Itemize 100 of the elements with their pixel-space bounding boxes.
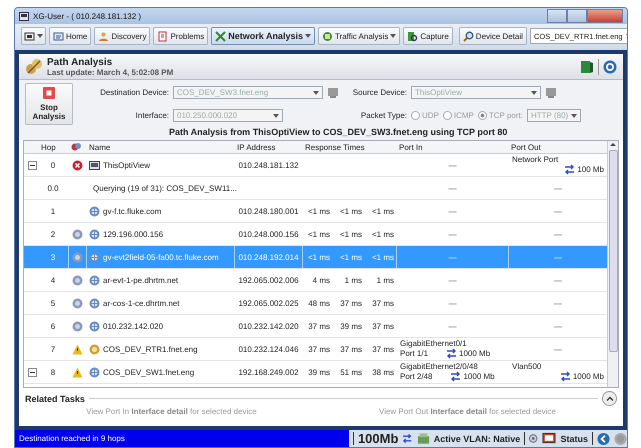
window-icon — [24, 30, 35, 42]
network-icon — [416, 432, 430, 446]
port-text: GigabitEthernet0/1 — [400, 339, 468, 348]
table-cell-text: 39 ms — [339, 320, 363, 332]
window-icon — [19, 12, 29, 20]
table-cell-text: 4 — [50, 274, 56, 286]
toolbar-button[interactable]: Home — [49, 27, 92, 45]
table-cell-text: 192.065.002.025 — [237, 298, 300, 310]
port-text: — — [554, 252, 562, 262]
field-label: Packet Type: — [360, 111, 407, 120]
table-cell: COS_DEV_SW1.fnet.eng — [103, 368, 194, 376]
table-cell-text: 37 ms — [371, 298, 395, 310]
table-row[interactable]: 6 010.232.142.020 010.232.142.020 37 ms 39 ms 37 ms — — — [24, 315, 607, 338]
collapse-toggle[interactable] — [28, 160, 37, 170]
table-cell-text: 7 — [50, 344, 56, 356]
field-label: Interface: — [134, 111, 169, 120]
table-cell-text: 8 — [50, 366, 56, 378]
link-speed-icon — [564, 164, 576, 175]
toolbar-button[interactable]: Capture — [403, 27, 453, 45]
port-text: — — [448, 252, 456, 262]
menu-button[interactable] — [21, 27, 46, 45]
table-cell-text: 6 — [50, 320, 56, 332]
port-text: — — [554, 230, 562, 238]
table-cell-text: 5 — [50, 298, 56, 310]
table-cell-text: 1 ms — [376, 274, 395, 286]
table-cell: ar-cos-1-ce.dhrtm.net — [103, 298, 180, 308]
port-text: Port 2/48 — [400, 372, 432, 381]
scrollbar[interactable] — [607, 141, 618, 387]
speed-text: 1000 Mb — [572, 372, 604, 381]
back-icon — [596, 432, 610, 446]
summary-title: Path Analysis from ThisOptiView to COS_DEV_SW3.fnet.eng using TCP port 80 — [19, 125, 623, 140]
device-icon — [545, 86, 557, 98]
port-text: — — [554, 322, 562, 330]
table-cell-text: <1 ms — [370, 228, 395, 240]
link-speed-text: 100Mb — [358, 431, 398, 446]
toolbar-button[interactable]: Discovery — [94, 27, 150, 45]
port-text: — — [554, 206, 562, 216]
toolbar-button[interactable]: Traffic Analysis — [318, 27, 400, 45]
caret-icon — [390, 34, 396, 38]
table-row[interactable]: 1 gv-f.tc.fluke.com 010.248.180.001 <1 ms <1 ms <1 ms — — — [24, 200, 607, 223]
table-row[interactable]: 4 ar-evt-1-pe.dhrtm.net 192.065.002.006 4 ms 1 ms 1 ms — — — [24, 269, 607, 292]
caret-icon — [313, 90, 319, 94]
table-cell-text: 010.248.181.132 — [237, 160, 300, 172]
caret-icon — [531, 90, 537, 94]
table-cell-text: 39 ms — [307, 366, 331, 378]
maximize-button[interactable] — [567, 9, 587, 23]
collapse-toggle[interactable] — [28, 368, 37, 376]
table-cell-text: 3 — [50, 252, 56, 264]
vlan-text: Active VLAN: Native — [434, 434, 520, 444]
table-cell-text: <1 ms — [338, 206, 363, 218]
speed-text: 1000 Mb — [463, 372, 495, 381]
table-cell-text: 010.248.000.156 — [237, 228, 300, 240]
window-title: XG-User - ( 010.248.181.132 ) — [33, 12, 142, 20]
column-header: Response Times — [304, 142, 366, 153]
port-text: Port 1/1 — [400, 349, 428, 358]
task-link[interactable]: View Port Out Interface detail for selected device — [379, 407, 556, 416]
status-message: Destination reached in 9 hops — [15, 430, 349, 447]
search-icon — [462, 30, 474, 42]
table-cell: ar-evt-1-pe.dhrtm.net — [103, 276, 178, 284]
table-cell-text: 010.232.142.020 — [237, 320, 300, 332]
table-cell-text: <1 ms — [370, 252, 395, 264]
status-button[interactable]: Status — [560, 434, 588, 444]
toolbar-button[interactable]: Network Analysis — [211, 27, 315, 45]
port-text: — — [554, 344, 562, 354]
device-detail-button[interactable]: Device Detail — [458, 27, 527, 45]
caret-icon — [37, 34, 43, 38]
panel-title: Path Analysis — [47, 56, 114, 68]
table-row[interactable]: 5 ar-cos-1-ce.dhrtm.net 192.065.002.025 48 ms 37 ms 37 ms — — — [24, 292, 607, 315]
table-cell: gv-evt2field-05-fa00.tc.fluke.com — [103, 252, 219, 262]
caret-icon — [304, 34, 311, 38]
table-row[interactable]: 0 ThisOptiView 010.248.181.132 — Network Port 100 Mb — [24, 154, 607, 177]
table-cell-text: 4 ms — [312, 274, 331, 286]
toolbar-button[interactable]: Problems — [153, 27, 208, 45]
speed-text: 1000 Mb — [459, 349, 490, 358]
monitor-icon — [542, 432, 556, 445]
home-icon — [53, 30, 64, 42]
table-cell-text: 37 ms — [371, 344, 395, 356]
port-text: — — [554, 276, 562, 284]
column-header: Port In — [398, 142, 424, 153]
table-cell: COS_DEV_RTR1.fnet.eng — [103, 344, 198, 354]
table-cell-text: 37 ms — [307, 320, 331, 332]
port-text: — — [448, 276, 456, 284]
link-speed-icon — [446, 348, 458, 359]
table-cell-text: 48 ms — [307, 298, 331, 310]
field-label: Destination Device: — [99, 88, 169, 97]
table-cell-text: 0 — [50, 160, 56, 172]
port-text: — — [554, 184, 562, 192]
table-cell: 010.248.192.014 — [234, 246, 302, 268]
port-text: — — [448, 322, 456, 330]
port-text: — — [448, 206, 456, 216]
collapse-button[interactable] — [602, 391, 617, 406]
table-cell-text: 1 — [50, 206, 56, 218]
minimize-button[interactable] — [547, 9, 567, 23]
table-cell: ThisOptiView — [103, 160, 150, 170]
port-text: Network Port — [512, 155, 560, 164]
task-link[interactable]: View Port In Interface detail for selected device — [86, 407, 257, 416]
table-row[interactable]: 0.0 Querying (19 of 31): COS_DEV_SW11... — — — [24, 177, 607, 200]
clipboard-icon — [157, 30, 168, 42]
person-icon — [98, 30, 110, 42]
table-cell: <1 ms — [302, 246, 332, 268]
